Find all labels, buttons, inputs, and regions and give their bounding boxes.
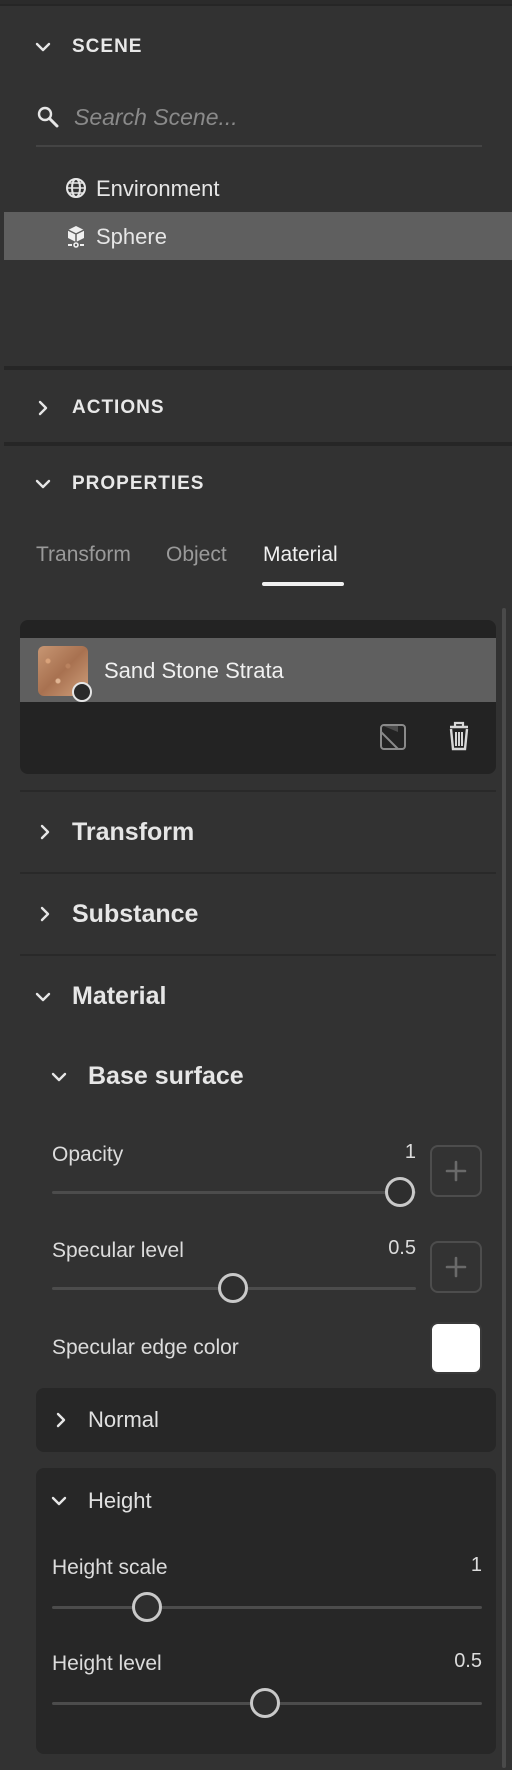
chevron-down-icon[interactable]	[50, 1068, 68, 1086]
chevron-down-icon[interactable]	[50, 1492, 68, 1510]
search-icon	[36, 105, 60, 129]
opacity-slider-thumb[interactable]	[385, 1177, 415, 1207]
tab-object[interactable]: Object	[166, 543, 227, 567]
specular-level-label: Specular level	[52, 1239, 184, 1262]
tab-transform[interactable]: Transform	[36, 543, 131, 567]
material-group-title[interactable]: Material	[72, 982, 166, 1011]
height-scale-value[interactable]: 1	[416, 1554, 482, 1577]
normal-panel-title: Normal	[88, 1407, 159, 1432]
scene-item-label: Environment	[96, 176, 220, 201]
substance-badge-icon	[72, 682, 92, 702]
chevron-down-icon[interactable]	[34, 475, 52, 493]
plus-icon	[445, 1160, 467, 1182]
chevron-right-icon[interactable]	[52, 1411, 70, 1429]
chevron-right-icon[interactable]	[36, 823, 54, 841]
specular-level-add-button[interactable]	[430, 1241, 482, 1293]
scene-item-sphere[interactable]: Sphere	[4, 212, 512, 260]
height-level-value[interactable]: 0.5	[416, 1650, 482, 1673]
height-level-slider-thumb[interactable]	[250, 1688, 280, 1718]
height-scale-slider-track[interactable]	[52, 1606, 482, 1609]
replace-material-icon[interactable]	[376, 720, 410, 754]
specular-edge-color-label: Specular edge color	[52, 1336, 239, 1359]
chevron-down-icon[interactable]	[34, 38, 52, 56]
specular-edge-color-swatch[interactable]	[430, 1322, 482, 1374]
properties-section-title[interactable]: PROPERTIES	[72, 473, 204, 495]
search-scene-input[interactable]	[74, 100, 474, 134]
scene-section-title[interactable]: SCENE	[72, 36, 142, 58]
normal-panel[interactable]: Normal	[36, 1388, 496, 1452]
opacity-slider-track[interactable]	[52, 1191, 416, 1194]
group-divider	[20, 872, 496, 874]
panel-top-edge	[0, 0, 512, 6]
tab-material[interactable]: Material	[263, 543, 338, 567]
section-divider	[4, 366, 512, 370]
trash-icon[interactable]	[442, 718, 476, 752]
scene-item-label: Sphere	[96, 224, 167, 249]
group-divider	[20, 954, 496, 956]
section-divider	[4, 442, 512, 446]
chevron-right-icon[interactable]	[36, 905, 54, 923]
scrollbar[interactable]	[502, 608, 506, 1768]
opacity-label: Opacity	[52, 1143, 124, 1166]
substance-group-title[interactable]: Substance	[72, 900, 198, 929]
material-row[interactable]: Sand Stone Strata	[20, 638, 496, 702]
opacity-value[interactable]: 1	[380, 1141, 416, 1164]
plus-icon	[445, 1256, 467, 1278]
height-panel: Height Height scale 1 Height level 0.5	[36, 1468, 496, 1754]
opacity-add-button[interactable]	[430, 1145, 482, 1197]
group-divider	[20, 790, 496, 792]
actions-section-title[interactable]: ACTIONS	[72, 397, 165, 419]
height-level-label: Height level	[52, 1652, 162, 1675]
scene-item-environment[interactable]: Environment	[4, 164, 512, 212]
base-surface-title[interactable]: Base surface	[88, 1062, 244, 1091]
chevron-down-icon[interactable]	[34, 988, 52, 1006]
globe-icon	[64, 176, 88, 200]
height-panel-title[interactable]: Height	[88, 1488, 152, 1514]
object-icon	[64, 224, 88, 248]
transform-group-title[interactable]: Transform	[72, 818, 194, 847]
chevron-right-icon[interactable]	[34, 399, 52, 417]
height-scale-slider-thumb[interactable]	[132, 1592, 162, 1622]
search-underline	[36, 145, 482, 147]
specular-level-value[interactable]: 0.5	[360, 1237, 416, 1260]
material-name: Sand Stone Strata	[104, 658, 284, 683]
specular-level-slider-thumb[interactable]	[218, 1273, 248, 1303]
material-card: Sand Stone Strata	[20, 620, 496, 774]
active-tab-indicator	[262, 582, 344, 586]
height-scale-label: Height scale	[52, 1556, 168, 1579]
